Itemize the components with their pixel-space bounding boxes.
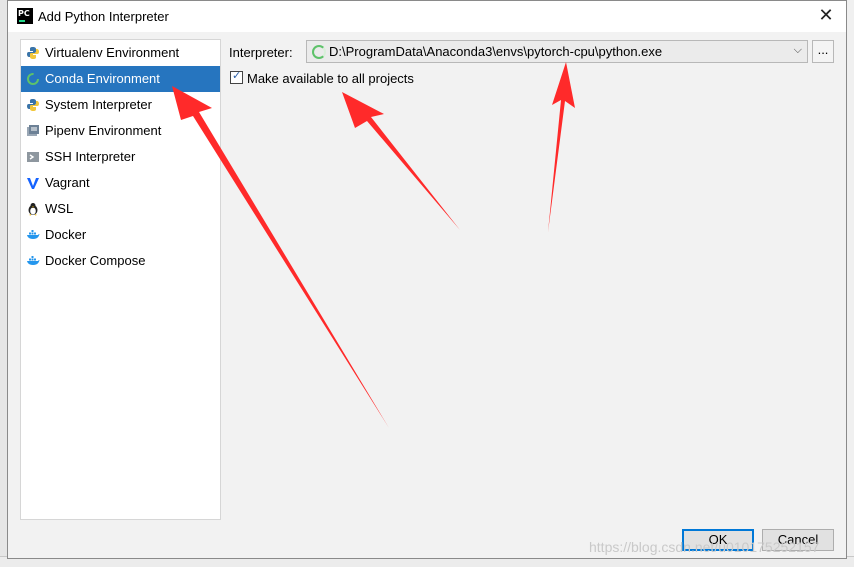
sidebar-item-label: Conda Environment xyxy=(45,71,160,86)
interpreter-dropdown[interactable]: D:\ProgramData\Anaconda3\envs\pytorch-cp… xyxy=(306,40,808,63)
sidebar-item-label: SSH Interpreter xyxy=(45,149,136,164)
sidebar-item-pipenv[interactable]: Pipenv Environment xyxy=(21,118,220,144)
conda-icon xyxy=(27,73,39,85)
sidebar-item-docker[interactable]: Docker xyxy=(21,222,220,248)
vagrant-icon xyxy=(27,178,39,189)
checkmark-icon: ✓ xyxy=(232,69,242,82)
sidebar-item-label: System Interpreter xyxy=(45,97,152,112)
browse-button[interactable]: ... xyxy=(812,40,834,63)
sidebar-item-label: Docker xyxy=(45,227,87,242)
sidebar-item-ssh[interactable]: SSH Interpreter xyxy=(21,144,220,170)
make-available-label: Make available to all projects xyxy=(247,71,414,86)
close-icon: ✕ xyxy=(818,5,834,26)
python-icon xyxy=(27,99,39,111)
conda-icon xyxy=(312,45,326,59)
sidebar-item-docker-compose[interactable]: Docker Compose xyxy=(21,248,220,274)
sidebar-item-vagrant[interactable]: Vagrant xyxy=(21,170,220,196)
watermark: https://blog.csdn.net/u010175252157 xyxy=(589,539,820,555)
title-bar: PC Add Python Interpreter ✕ xyxy=(8,1,846,32)
sidebar-item-label: Virtualenv Environment xyxy=(45,45,180,60)
add-python-interpreter-dialog: PC Add Python Interpreter ✕ Virtualenv E… xyxy=(7,0,847,559)
sidebar-item-label: Vagrant xyxy=(45,175,90,190)
sidebar-item-system[interactable]: System Interpreter xyxy=(21,92,220,118)
close-button[interactable]: ✕ xyxy=(812,4,840,28)
interpreter-path: D:\ProgramData\Anaconda3\envs\pytorch-cp… xyxy=(329,44,663,59)
sidebar-item-wsl[interactable]: WSL xyxy=(21,196,220,222)
sidebar-item-label: WSL xyxy=(45,201,74,216)
sidebar-item-virtualenv[interactable]: Virtualenv Environment xyxy=(21,40,220,66)
sidebar-item-label: Pipenv Environment xyxy=(45,123,162,138)
pycharm-icon: PC xyxy=(17,8,33,24)
interpreter-label: Interpreter: xyxy=(229,45,293,60)
dialog-title: Add Python Interpreter xyxy=(38,9,169,24)
conda-settings-panel: Interpreter: D:\ProgramData\Anaconda3\en… xyxy=(221,32,846,522)
make-available-checkbox[interactable]: ✓ xyxy=(230,69,243,84)
docker-icon xyxy=(27,230,40,239)
pipenv-icon xyxy=(27,125,39,136)
docker-icon xyxy=(27,256,40,265)
python-icon xyxy=(27,47,39,59)
background-editor-right xyxy=(846,0,854,567)
interpreter-type-list: Virtualenv Environment Conda Environment… xyxy=(20,39,221,520)
ssh-icon xyxy=(27,152,39,162)
linux-penguin-icon xyxy=(28,203,38,216)
sidebar-item-label: Docker Compose xyxy=(45,253,146,268)
chevron-down-icon: ⌵ xyxy=(793,43,802,56)
sidebar-item-conda[interactable]: Conda Environment xyxy=(21,66,220,92)
app-icon-text: PC xyxy=(18,9,30,18)
